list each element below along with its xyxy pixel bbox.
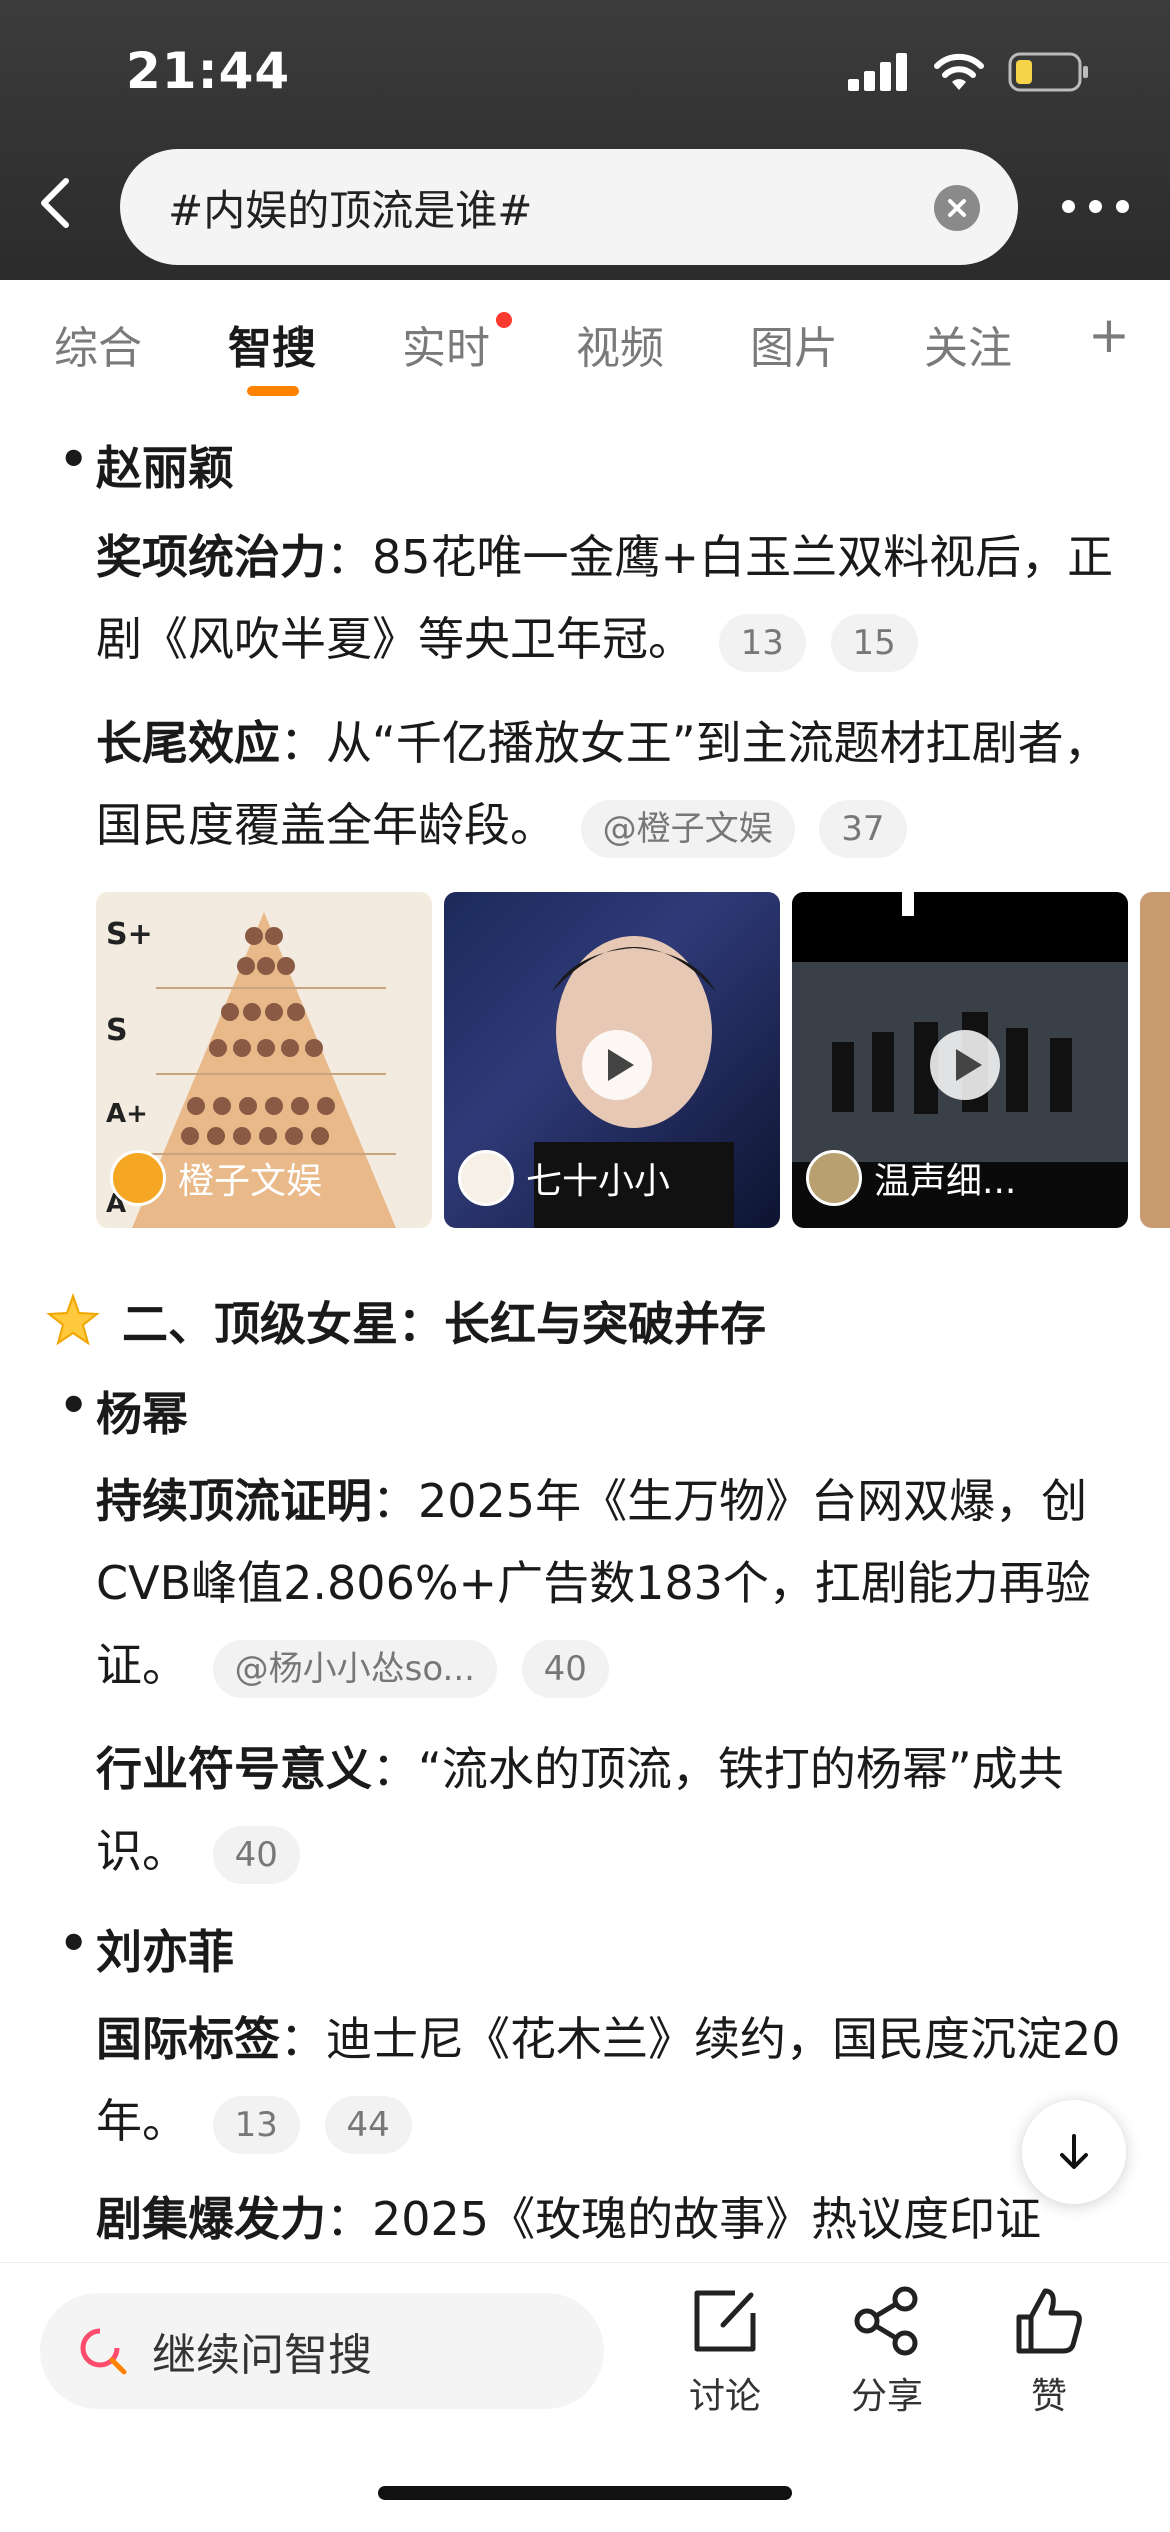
para-title: 持续顶流证明 (96, 1474, 372, 1528)
tab-images[interactable]: 图片 (750, 312, 838, 376)
card-caption: 七十小小 (458, 1150, 670, 1206)
wifi-icon (934, 53, 984, 90)
video-card[interactable]: 七十小小 (444, 892, 780, 1228)
avatar (806, 1150, 862, 1206)
source-tag[interactable]: 13 (718, 613, 806, 672)
tier-label: S+ (106, 917, 153, 952)
image-carousel: S+ S A+ A 橙子文娱 七十小小 温声细... (96, 892, 1170, 1228)
source-tag[interactable]: 15 (830, 613, 918, 672)
tier-label: A+ (106, 1099, 148, 1129)
bullet-zhao-liying: 赵丽颖 (59, 432, 234, 498)
tab-comprehensive[interactable]: 综合 (54, 312, 142, 376)
like-button[interactable]: 赞 (994, 2283, 1104, 2419)
play-icon (582, 1030, 652, 1100)
active-tab-indicator (247, 386, 299, 396)
share-label: 分享 (850, 2376, 923, 2417)
search-row: #内娱的顶流是谁# (0, 145, 1170, 265)
section-heading: 二、顶级女星：长红与突破并存 (44, 1288, 766, 1354)
arrow-down-icon (1060, 2134, 1088, 2169)
star-emoji-icon (46, 1292, 100, 1346)
status-time: 21:44 (126, 42, 291, 100)
para-text: ：2025《玫瑰的故事》热议度印证 (326, 2192, 1042, 2246)
paragraph: 长尾效应：从“千亿播放女王”到主流题材扛剧者，国民度覆盖全年龄段。 @橙子文娱 … (96, 702, 1126, 866)
card-author: 七十小小 (526, 1161, 671, 1202)
bullet-title: 刘亦菲 (96, 1925, 234, 1979)
tab-bar: 综合 智搜 实时 视频 图片 关注 + (0, 282, 1170, 396)
source-tag[interactable]: @橙子文娱 (580, 799, 795, 858)
share-icon (854, 2286, 918, 2356)
image-card-partial[interactable] (1140, 892, 1170, 1228)
tab-realtime[interactable]: 实时 (402, 312, 490, 376)
source-tag[interactable]: 37 (819, 799, 907, 858)
source-tag[interactable]: 13 (212, 2095, 300, 2154)
source-tag[interactable]: @杨小小怂so... (212, 1639, 497, 1698)
tab-video[interactable]: 视频 (576, 312, 664, 376)
ask-placeholder: 继续问智搜 (152, 2330, 372, 2381)
source-tag[interactable]: 40 (521, 1639, 609, 1698)
discuss-label: 讨论 (688, 2376, 761, 2417)
card-author: 橙子文娱 (178, 1161, 323, 1202)
paragraph: 奖项统治力：85花唯一金鹰+白玉兰双料视后，正剧《风吹半夏》等央卫年冠。 13 … (96, 516, 1126, 680)
more-dot-icon (1116, 200, 1129, 213)
more-options-button[interactable] (1062, 200, 1129, 213)
top-header: 21:44 #内娱的顶流是谁# (0, 0, 1170, 280)
image-card[interactable]: S+ S A+ A 橙子文娱 (96, 892, 432, 1228)
ask-smart-search-input[interactable]: 继续问智搜 (40, 2293, 604, 2409)
more-dot-icon (1089, 200, 1102, 213)
edit-icon (694, 2290, 756, 2352)
card-author: 温声细... (874, 1161, 1017, 1202)
card-caption: 温声细... (806, 1150, 1016, 1206)
tab-smart-search[interactable]: 智搜 (228, 312, 316, 376)
thumbs-up-icon (1016, 2288, 1082, 2354)
tier-label: S (106, 1013, 128, 1048)
share-button[interactable]: 分享 (832, 2283, 942, 2419)
paragraph: 行业符号意义：“流水的顶流，铁打的杨幂”成共识。 40 (96, 1728, 1126, 1892)
home-indicator[interactable] (378, 2486, 792, 2500)
bullet-title: 杨幂 (96, 1387, 188, 1441)
add-tab-button[interactable]: + (1088, 306, 1130, 364)
bullet-yang-mi: 杨幂 (59, 1378, 188, 1444)
section-title: 二、顶级女星：长红与突破并存 (122, 1297, 766, 1351)
para-title: 奖项统治力 (96, 530, 326, 584)
paragraph: 剧集爆发力：2025《玫瑰的故事》热议度印证 (96, 2178, 1126, 2260)
status-icons (848, 52, 1090, 92)
like-label: 赞 (1030, 2376, 1067, 2417)
paragraph: 持续顶流证明：2025年《生万物》台网双爆，创CVB峰值2.806%+广告数18… (96, 1460, 1126, 1706)
scroll-down-button[interactable] (1022, 2100, 1126, 2204)
smart-search-icon (80, 2328, 127, 2375)
search-input[interactable]: #内娱的顶流是谁# (120, 149, 1018, 265)
para-title: 行业符号意义 (96, 1742, 372, 1796)
close-icon (948, 199, 966, 217)
discuss-button[interactable]: 讨论 (670, 2283, 780, 2419)
bullet-title: 赵丽颖 (96, 441, 234, 495)
para-title: 国际标签 (96, 2012, 280, 2066)
para-title: 剧集爆发力 (96, 2192, 326, 2246)
clear-search-button[interactable] (934, 185, 980, 231)
play-icon (930, 1030, 1000, 1100)
card-caption: 橙子文娱 (110, 1150, 322, 1206)
realtime-badge (496, 312, 512, 328)
paragraph: 国际标签：迪士尼《花木兰》续约，国民度沉淀20年。 13 44 (96, 1998, 1126, 2162)
source-tag[interactable]: 40 (212, 1825, 300, 1884)
battery-icon (1008, 52, 1088, 92)
more-dot-icon (1062, 200, 1075, 213)
source-tag[interactable]: 44 (324, 2095, 412, 2154)
video-card[interactable]: 温声细... (792, 892, 1128, 1228)
back-arrow-icon[interactable] (28, 173, 88, 233)
tab-follow[interactable]: 关注 (924, 312, 1012, 376)
avatar (110, 1150, 166, 1206)
para-title: 长尾效应 (96, 716, 280, 770)
search-query: #内娱的顶流是谁# (168, 185, 533, 235)
avatar (458, 1150, 514, 1206)
bullet-liu-yifei: 刘亦菲 (59, 1916, 234, 1982)
signal-icon (848, 53, 907, 91)
